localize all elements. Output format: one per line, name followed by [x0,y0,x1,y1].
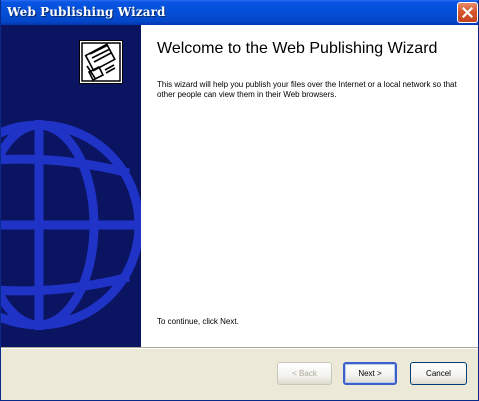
continue-instruction: To continue, click Next. [157,317,239,326]
back-button[interactable]: < Back [277,362,332,385]
button-separator [1,347,478,349]
title-bar[interactable]: Web Publishing Wizard [1,0,478,25]
next-button[interactable]: Next > [343,362,397,385]
close-button[interactable] [457,2,478,23]
wizard-side-panel [1,25,141,347]
wizard-window: Web Publishing Wizard Welcome to the Web… [0,0,479,401]
next-button-label: Next > [358,369,382,378]
close-icon [462,7,473,18]
wizard-content: Welcome to the Web Publishing Wizard Thi… [141,25,478,347]
publish-wizard-icon [79,40,123,84]
back-button-label: < Back [292,369,317,378]
wizard-description: This wizard will help you publish your f… [157,80,457,99]
wizard-heading: Welcome to the Web Publishing Wizard [157,40,438,57]
cancel-button-label: Cancel [426,369,451,378]
cancel-button[interactable]: Cancel [410,362,467,385]
window-title: Web Publishing Wizard [7,5,166,19]
